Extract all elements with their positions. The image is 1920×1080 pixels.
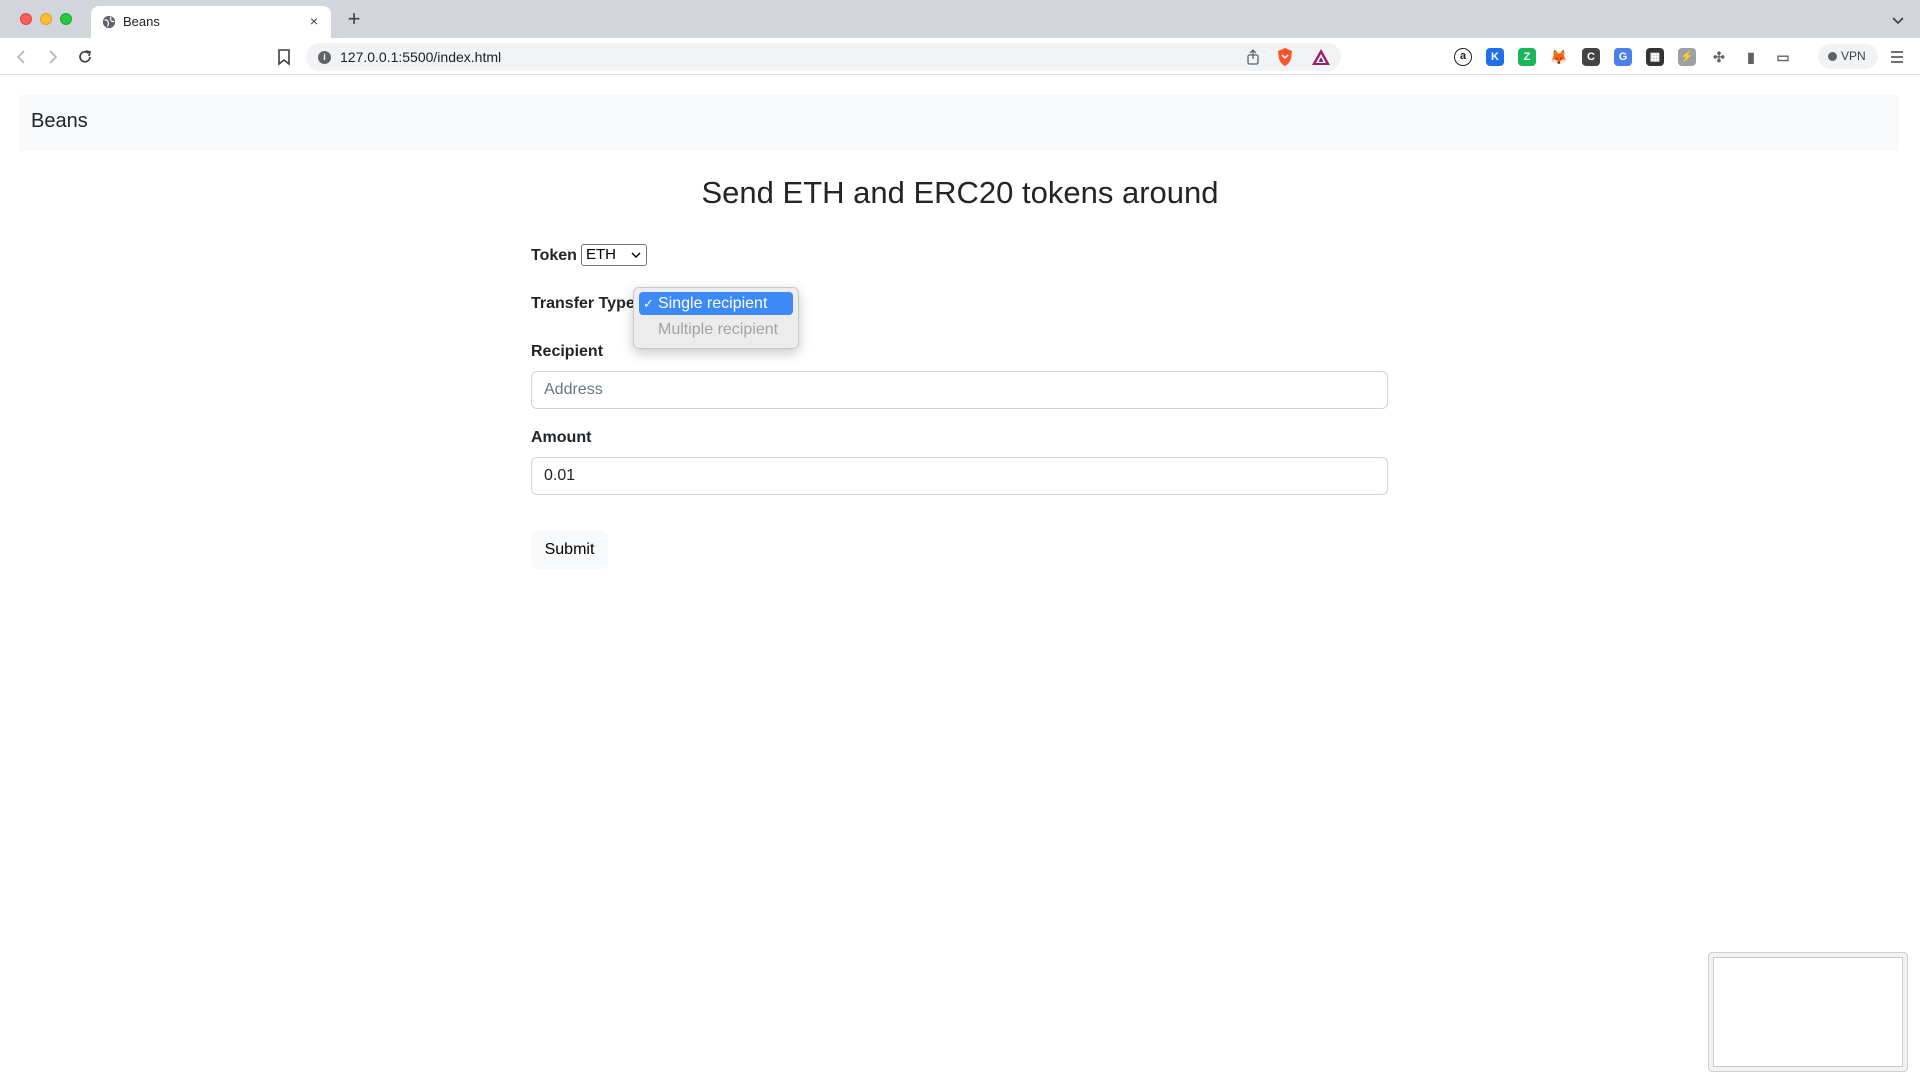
- tab-strip: Beans × +: [0, 0, 1920, 38]
- vpn-button[interactable]: VPN: [1818, 44, 1878, 69]
- transfer-type-dropdown: ✓ Single recipient Multiple recipient: [633, 287, 799, 349]
- dropdown-option-single-recipient[interactable]: ✓ Single recipient: [639, 292, 793, 315]
- bookmark-icon[interactable]: [274, 46, 294, 68]
- thumbnail-preview: [1713, 957, 1903, 1067]
- url-text[interactable]: 127.0.0.1:5500/index.html: [340, 49, 501, 65]
- navbar: Beans: [19, 95, 1899, 151]
- page-title: Send ETH and ERC20 tokens around: [701, 175, 1219, 210]
- recipient-placeholder: Address: [544, 381, 603, 398]
- recipient-label: Recipient: [531, 343, 604, 360]
- token-select-value: ETH: [586, 246, 616, 263]
- checkmark-icon: ✓: [643, 296, 654, 311]
- window-close-button[interactable]: [20, 13, 32, 25]
- new-tab-button[interactable]: +: [344, 8, 364, 30]
- address-bar[interactable]: i 127.0.0.1:5500/index.html: [306, 43, 1341, 71]
- brave-shield-icon[interactable]: [1275, 47, 1295, 67]
- reload-icon[interactable]: [74, 46, 96, 68]
- grey-extension-icon[interactable]: ⚡: [1678, 48, 1696, 66]
- vpn-label: VPN: [1841, 49, 1866, 63]
- transfer-type-label: Transfer Type: [531, 295, 635, 312]
- forward-arrow-icon[interactable]: [42, 46, 64, 68]
- amount-label: Amount: [531, 429, 592, 446]
- chevron-down-icon: [631, 252, 641, 258]
- sidebar-toggle-icon[interactable]: ▮: [1742, 48, 1760, 66]
- brave-rewards-icon[interactable]: [1311, 48, 1331, 66]
- back-arrow-icon[interactable]: [10, 46, 32, 68]
- k-extension-icon[interactable]: K: [1486, 48, 1504, 66]
- site-info-icon[interactable]: i: [318, 51, 331, 64]
- a-extension-icon[interactable]: a: [1454, 48, 1472, 66]
- navbar-brand[interactable]: Beans: [31, 110, 88, 133]
- amount-input[interactable]: 0.01: [531, 457, 1388, 495]
- browser-toolbar: i 127.0.0.1:5500/index.html a K Z 🦊 C G ▦ ⚡ ✣ ▮ ▭ …: [0, 38, 1920, 75]
- submit-button[interactable]: Submit: [531, 531, 608, 569]
- translate-extension-icon[interactable]: G: [1614, 48, 1632, 66]
- tab-close-icon[interactable]: ×: [305, 12, 323, 30]
- amount-value: 0.01: [544, 467, 576, 484]
- dropdown-option-multiple-recipient: Multiple recipient: [639, 318, 793, 341]
- hamburger-menu-icon[interactable]: [1888, 48, 1906, 66]
- globe-icon: [102, 15, 116, 29]
- metamask-fox-icon[interactable]: 🦊: [1550, 48, 1568, 66]
- vpn-status-icon: [1828, 52, 1837, 61]
- token-select[interactable]: ETH: [581, 244, 647, 266]
- tab-title: Beans: [123, 14, 160, 29]
- recipient-address-input[interactable]: Address: [531, 371, 1388, 409]
- puzzle-extensions-icon[interactable]: ✣: [1710, 48, 1728, 66]
- page-content: Beans Send ETH and ERC20 tokens around T…: [0, 75, 1920, 1080]
- chevron-down-icon[interactable]: [1890, 12, 1906, 28]
- green-extension-icon[interactable]: Z: [1518, 48, 1536, 66]
- option-label: Multiple recipient: [658, 321, 779, 338]
- grid-extension-icon[interactable]: ▦: [1646, 48, 1664, 66]
- share-icon[interactable]: [1245, 49, 1261, 65]
- window-minimize-button[interactable]: [40, 13, 52, 25]
- wallet-icon[interactable]: ▭: [1774, 48, 1792, 66]
- browser-tab[interactable]: Beans ×: [91, 6, 331, 38]
- window-zoom-button[interactable]: [60, 13, 72, 25]
- c-extension-icon[interactable]: C: [1582, 48, 1600, 66]
- token-label: Token: [531, 247, 577, 264]
- screenshot-thumbnail[interactable]: [1708, 952, 1908, 1072]
- option-label: Single recipient: [658, 295, 768, 312]
